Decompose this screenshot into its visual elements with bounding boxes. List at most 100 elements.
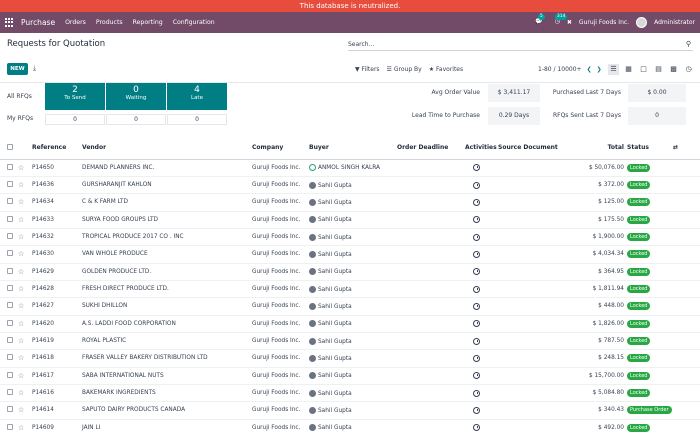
my-waiting[interactable]: 0 bbox=[106, 114, 166, 125]
activity-clock-icon[interactable] bbox=[465, 297, 498, 316]
col-company[interactable]: Company bbox=[252, 137, 309, 160]
star-icon[interactable]: ☆ bbox=[18, 401, 32, 420]
group-by-button[interactable]: ☰ Group By bbox=[387, 66, 422, 73]
tools-icon[interactable]: ✖ bbox=[567, 19, 572, 26]
activity-clock-icon[interactable] bbox=[465, 159, 498, 177]
download-icon[interactable]: ⤓ bbox=[33, 64, 36, 73]
table-row[interactable]: ☆ P14650 DEMAND PLANNERS INC. Guruji Foods … bbox=[0, 159, 700, 177]
pager-value[interactable]: 1-80 / 10000+ bbox=[538, 66, 582, 73]
row-checkbox[interactable] bbox=[0, 384, 18, 403]
table-row[interactable]: ☆ P14617 SABA INTERNATIONAL NUTS Guruji Foo… bbox=[0, 367, 700, 385]
menu-reporting[interactable]: Reporting bbox=[133, 19, 163, 26]
star-icon[interactable]: ☆ bbox=[18, 245, 32, 264]
col-activities[interactable]: Activities bbox=[465, 137, 498, 160]
col-reference[interactable]: Reference bbox=[32, 137, 82, 160]
search-icon[interactable]: ⚲ bbox=[686, 40, 691, 48]
row-checkbox[interactable] bbox=[0, 367, 18, 385]
menu-configuration[interactable]: Configuration bbox=[173, 19, 215, 26]
col-buyer[interactable]: Buyer bbox=[309, 137, 397, 160]
row-checkbox[interactable] bbox=[0, 263, 18, 281]
star-icon[interactable]: ☆ bbox=[18, 384, 32, 403]
activity-clock-icon[interactable] bbox=[465, 384, 498, 403]
activity-view-icon[interactable]: ◷ bbox=[683, 64, 694, 75]
star-icon[interactable]: ☆ bbox=[18, 297, 32, 316]
menu-orders[interactable]: Orders bbox=[65, 19, 86, 26]
star-icon[interactable]: ☆ bbox=[18, 315, 32, 333]
table-row[interactable]: ☆ P14634 C & K FARM LTD Guruji Foods Inc. Sa… bbox=[0, 193, 700, 212]
company-switcher[interactable]: Guruji Foods Inc. bbox=[579, 19, 629, 26]
table-row[interactable]: ☆ P14627 SUKHI DHILLON Guruji Foods Inc. Sah… bbox=[0, 297, 700, 316]
tile-to-send[interactable]: 2 To Send bbox=[45, 83, 105, 110]
row-checkbox[interactable] bbox=[0, 280, 18, 299]
row-checkbox[interactable] bbox=[0, 401, 18, 420]
star-icon[interactable]: ☆ bbox=[18, 349, 32, 368]
activity-clock-icon[interactable] bbox=[465, 211, 498, 229]
calendar-view-icon[interactable]: □ bbox=[638, 64, 649, 75]
star-icon[interactable]: ☆ bbox=[18, 263, 32, 281]
col-order-deadline[interactable]: Order Deadline bbox=[397, 137, 465, 160]
filters-button[interactable]: ▼ Filters bbox=[355, 66, 380, 73]
star-icon[interactable]: ☆ bbox=[18, 367, 32, 385]
table-row[interactable]: ☆ P14636 GURSHARANJIT KAHLON Guruji Foods I… bbox=[0, 176, 700, 195]
table-row[interactable]: ☆ P14630 VAN WHOLE PRODUCE Guruji Foods Inc… bbox=[0, 245, 700, 264]
table-row[interactable]: ☆ P14616 BAKEMARK INGREDIENTS Guruji Foods … bbox=[0, 384, 700, 403]
star-icon[interactable]: ☆ bbox=[18, 193, 32, 212]
app-brand[interactable]: Purchase bbox=[21, 18, 55, 27]
chat-icon[interactable]: 💬 5 bbox=[533, 13, 545, 28]
row-checkbox[interactable] bbox=[0, 315, 18, 333]
user-name[interactable]: Administrator bbox=[654, 19, 695, 26]
activity-clock-icon[interactable] bbox=[465, 315, 498, 333]
select-all-checkbox[interactable] bbox=[0, 137, 18, 160]
row-checkbox[interactable] bbox=[0, 193, 18, 212]
star-icon[interactable]: ☆ bbox=[18, 159, 32, 177]
row-checkbox[interactable] bbox=[0, 245, 18, 264]
row-checkbox[interactable] bbox=[0, 159, 18, 177]
column-settings-icon[interactable]: ⇄ bbox=[673, 137, 700, 160]
table-row[interactable]: ☆ P14618 FRASER VALLEY BAKERY DISTRIBUTION… bbox=[0, 349, 700, 368]
row-checkbox[interactable] bbox=[0, 228, 18, 247]
graph-view-icon[interactable]: ▩ bbox=[668, 64, 679, 75]
table-row[interactable]: ☆ P14620 A.S. LADDI FOOD CORPORATION Guruji… bbox=[0, 315, 700, 333]
star-icon[interactable]: ☆ bbox=[18, 176, 32, 195]
pager-prev-icon[interactable]: ❮ bbox=[587, 66, 592, 73]
star-icon[interactable]: ☆ bbox=[18, 228, 32, 247]
row-checkbox[interactable] bbox=[0, 332, 18, 351]
col-status[interactable]: Status bbox=[627, 137, 673, 160]
activity-clock-icon[interactable] bbox=[465, 176, 498, 195]
table-row[interactable]: ☆ P14619 ROYAL PLASTIC Guruji Foods Inc. Sah… bbox=[0, 332, 700, 351]
col-vendor[interactable]: Vendor bbox=[82, 137, 252, 160]
tile-waiting[interactable]: 0 Waiting bbox=[106, 83, 166, 110]
star-icon[interactable]: ☆ bbox=[18, 280, 32, 299]
new-button[interactable]: NEW bbox=[7, 63, 28, 75]
kanban-view-icon[interactable]: ▦ bbox=[623, 64, 634, 75]
table-row[interactable]: ☆ P14609 JAIN LI Guruji Foods Inc. Sahil Gup… bbox=[0, 419, 700, 435]
activity-clock-icon[interactable] bbox=[465, 245, 498, 264]
activity-clock-icon[interactable] bbox=[465, 228, 498, 247]
activity-clock-icon[interactable] bbox=[465, 280, 498, 299]
pager-next-icon[interactable]: ❯ bbox=[597, 66, 602, 73]
row-checkbox[interactable] bbox=[0, 211, 18, 229]
table-row[interactable]: ☆ P14633 SURYA FOOD GROUPS LTD Guruji Foods… bbox=[0, 211, 700, 229]
search-input[interactable]: Search... ⚲ bbox=[348, 38, 693, 51]
activity-clock-icon[interactable] bbox=[465, 401, 498, 420]
tile-late[interactable]: 4 Late bbox=[167, 83, 227, 110]
table-row[interactable]: ☆ P14629 GOLDEN PRODUCE LTD. Guruji Foods I… bbox=[0, 263, 700, 281]
my-late[interactable]: 0 bbox=[167, 114, 227, 125]
activity-clock-icon[interactable] bbox=[465, 332, 498, 351]
activity-clock-icon[interactable] bbox=[465, 193, 498, 212]
favorites-button[interactable]: ★ Favorites bbox=[429, 66, 463, 73]
star-icon[interactable]: ☆ bbox=[18, 419, 32, 435]
col-source-document[interactable]: Source Document bbox=[498, 137, 562, 160]
row-checkbox[interactable] bbox=[0, 297, 18, 316]
row-checkbox[interactable] bbox=[0, 349, 18, 368]
col-total[interactable]: Total bbox=[562, 137, 627, 160]
pivot-view-icon[interactable]: ▤ bbox=[653, 64, 664, 75]
table-row[interactable]: ☆ P14632 TROPICAL PRODUCE 2017 CO . INC Gur… bbox=[0, 228, 700, 247]
activity-clock-icon[interactable] bbox=[465, 263, 498, 281]
activity-clock-icon[interactable] bbox=[465, 419, 498, 435]
activity-clock-icon[interactable] bbox=[465, 367, 498, 385]
my-to-send[interactable]: 0 bbox=[45, 114, 105, 125]
table-row[interactable]: ☆ P14614 SAPUTO DAIRY PRODUCTS CANADA Guruj… bbox=[0, 401, 700, 420]
row-checkbox[interactable] bbox=[0, 419, 18, 435]
avatar[interactable] bbox=[636, 17, 648, 28]
